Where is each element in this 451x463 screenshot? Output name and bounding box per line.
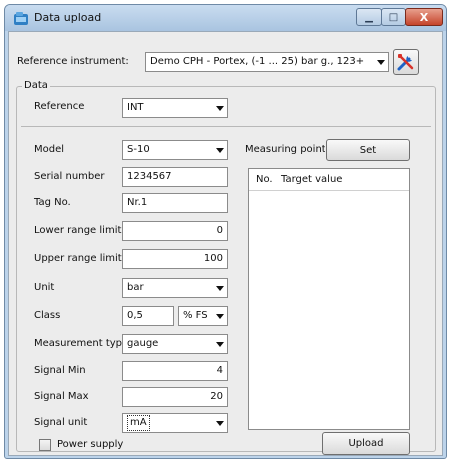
measurement-type-label: Measurement typ (34, 338, 122, 349)
tools-button[interactable] (393, 49, 419, 75)
wrench-screwdriver-icon (397, 54, 414, 71)
chevron-down-icon (216, 286, 224, 291)
reference-instrument-value: Demo CPH - Portex, (-1 ... 25) bar g., 1… (150, 56, 365, 67)
chevron-down-icon (216, 148, 224, 153)
power-supply-checkbox[interactable] (39, 439, 51, 451)
tag-no-input[interactable]: Nr.1 (122, 193, 228, 213)
minimize-icon: ▁ (365, 11, 373, 23)
class-unit-value: % FS (183, 310, 208, 321)
upper-range-label: Upper range limit (34, 253, 122, 264)
model-label: Model (34, 144, 65, 155)
list-header: No. Target value (249, 169, 409, 191)
column-header-no[interactable]: No. (256, 174, 273, 185)
power-supply-label: Power supply (57, 439, 124, 450)
data-group-label: Data (22, 80, 50, 91)
chevron-down-icon (216, 106, 224, 111)
serial-number-label: Serial number (34, 171, 105, 182)
unit-label: Unit (34, 282, 55, 293)
reference-instrument-label: Reference instrument: (17, 56, 129, 67)
signal-unit-label: Signal unit (34, 417, 88, 428)
signal-min-input[interactable]: 4 (122, 361, 228, 381)
class-input[interactable]: 0,5 (122, 306, 174, 326)
signal-max-label: Signal Max (34, 391, 89, 402)
lower-range-label: Lower range limit (34, 225, 122, 236)
column-header-target-value[interactable]: Target value (281, 174, 342, 185)
measurement-type-select[interactable]: gauge (122, 334, 228, 354)
reference-instrument-select[interactable]: Demo CPH - Portex, (-1 ... 25) bar g., 1… (145, 52, 389, 72)
maximize-button[interactable]: □ (381, 8, 406, 26)
upload-button[interactable]: Upload (322, 432, 410, 455)
chevron-down-icon (216, 421, 224, 426)
chevron-down-icon (216, 342, 224, 347)
signal-unit-value: mA (127, 415, 150, 431)
client-area: Reference instrument: Demo CPH - Portex,… (8, 31, 443, 456)
class-label: Class (34, 310, 61, 321)
signal-unit-select[interactable]: mA (122, 413, 228, 433)
model-value: S-10 (127, 144, 150, 155)
close-button[interactable]: X (405, 8, 443, 26)
reference-value: INT (127, 102, 144, 113)
signal-min-label: Signal Min (34, 365, 86, 376)
signal-max-input[interactable]: 20 (122, 387, 228, 407)
window-title: Data upload (34, 11, 102, 24)
reference-label: Reference (34, 101, 85, 112)
close-icon: X (419, 10, 429, 24)
measuring-points-list[interactable]: No. Target value (248, 168, 410, 430)
model-select[interactable]: S-10 (122, 140, 228, 160)
unit-value: bar (127, 282, 144, 293)
lower-range-input[interactable]: 0 (122, 221, 228, 241)
minimize-button[interactable]: ▁ (356, 8, 382, 26)
reference-select[interactable]: INT (122, 98, 228, 118)
chevron-down-icon (216, 314, 224, 319)
chevron-down-icon (377, 60, 385, 65)
set-button[interactable]: Set (326, 139, 410, 161)
maximize-icon: □ (388, 11, 399, 23)
class-unit-select[interactable]: % FS (178, 306, 228, 326)
unit-select[interactable]: bar (122, 278, 228, 298)
data-upload-window: Data upload ▁ □ X Reference instrument: … (4, 4, 447, 459)
serial-number-input[interactable]: 1234567 (122, 167, 228, 187)
title-bar[interactable]: Data upload ▁ □ X (5, 5, 446, 31)
measurement-type-value: gauge (127, 338, 159, 349)
measuring-point-label: Measuring point (245, 144, 325, 155)
divider (21, 126, 431, 127)
app-icon (14, 12, 28, 25)
upper-range-input[interactable]: 100 (122, 249, 228, 269)
tag-no-label: Tag No. (34, 197, 71, 208)
